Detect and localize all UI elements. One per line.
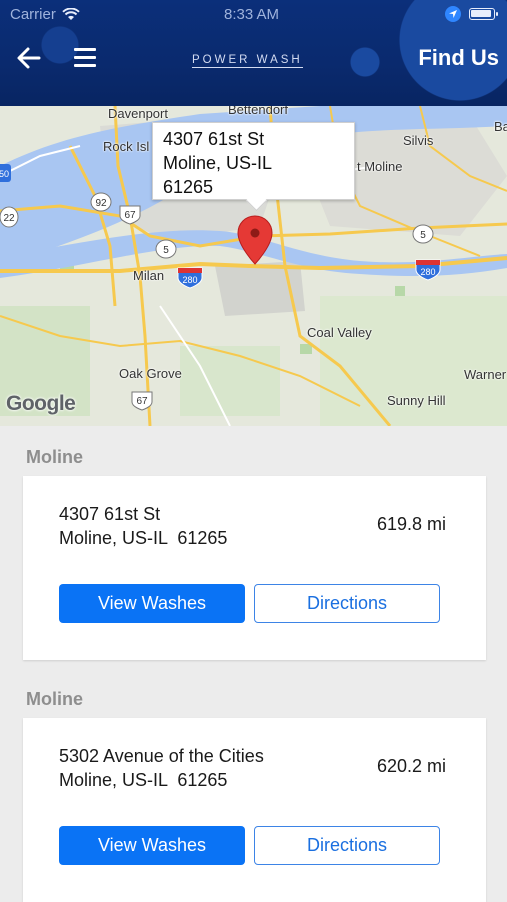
map-label: Davenport bbox=[108, 106, 168, 121]
route-shield-5: 5 bbox=[412, 224, 434, 244]
map-label: Ba bbox=[494, 119, 507, 134]
interstate-shield-280: 280 bbox=[177, 267, 203, 289]
svg-text:280: 280 bbox=[182, 275, 197, 285]
view-washes-button[interactable]: View Washes bbox=[59, 584, 245, 623]
interstate-shield-280: 280 bbox=[415, 259, 441, 281]
location-distance: 620.2 mi bbox=[376, 756, 446, 776]
location-card: 5302 Avenue of the Cities Moline, US-IL … bbox=[23, 718, 486, 902]
brand-logo: POWER WASH bbox=[192, 54, 303, 68]
svg-text:67: 67 bbox=[124, 210, 136, 221]
route-shield-67: 67 bbox=[119, 205, 141, 225]
location-address: 4307 61st St Moline, US-IL 61265 bbox=[59, 504, 228, 548]
page-title: Find Us bbox=[418, 45, 499, 70]
map-label: Oak Grove bbox=[119, 366, 182, 381]
menu-button[interactable] bbox=[74, 48, 96, 68]
arrow-left-icon bbox=[17, 47, 41, 69]
map-callout[interactable]: 4307 61st St Moline, US-IL 61265 bbox=[152, 122, 355, 200]
status-right bbox=[445, 6, 498, 22]
location-distance: 619.8 mi bbox=[376, 514, 446, 534]
route-shield-22: 22 bbox=[0, 206, 19, 228]
map-label: Rock Isl bbox=[103, 139, 150, 154]
carrier: Carrier bbox=[10, 6, 80, 23]
svg-text:67: 67 bbox=[136, 396, 148, 407]
map-label: Sunny Hill bbox=[387, 393, 446, 408]
back-button[interactable] bbox=[16, 46, 42, 70]
directions-button[interactable]: Directions bbox=[254, 584, 440, 623]
svg-text:22: 22 bbox=[3, 213, 15, 224]
battery-icon bbox=[469, 8, 498, 20]
section-header: Moline bbox=[26, 447, 83, 467]
map-label: Bettendorf bbox=[228, 106, 288, 117]
route-shield-5: 5 bbox=[155, 239, 177, 259]
location-card: 4307 61st St Moline, US-IL 61265 619.8 m… bbox=[23, 476, 486, 660]
hamburger-icon bbox=[74, 48, 96, 51]
google-logo: Google bbox=[6, 392, 76, 415]
svg-text:50: 50 bbox=[0, 169, 9, 179]
map-pin-icon bbox=[237, 215, 273, 265]
map-label: t Moline bbox=[357, 159, 403, 174]
carrier-name: Carrier bbox=[10, 6, 56, 23]
directions-button[interactable]: Directions bbox=[254, 826, 440, 865]
map-view[interactable]: 92 67 22 50 5 5 280 280 67 Davenport Bet… bbox=[0, 106, 507, 426]
svg-text:5: 5 bbox=[163, 245, 169, 256]
svg-text:280: 280 bbox=[420, 267, 435, 277]
svg-text:92: 92 bbox=[95, 198, 107, 209]
svg-text:5: 5 bbox=[420, 230, 426, 241]
route-shield-50: 50 bbox=[0, 164, 11, 182]
map-label: Warner bbox=[464, 367, 507, 382]
route-shield-67: 67 bbox=[131, 391, 153, 411]
wifi-icon bbox=[62, 8, 80, 20]
status-bar: Carrier 8:33 AM bbox=[0, 0, 507, 28]
callout-line: 4307 61st St bbox=[163, 129, 265, 149]
callout-line: Moline, US-IL bbox=[163, 153, 273, 173]
location-arrow-icon bbox=[445, 6, 461, 22]
view-washes-button[interactable]: View Washes bbox=[59, 826, 245, 865]
map-label: Silvis bbox=[403, 133, 434, 148]
section-header: Moline bbox=[26, 689, 83, 709]
location-address: 5302 Avenue of the Cities Moline, US-IL … bbox=[59, 746, 264, 790]
map-label: Coal Valley bbox=[307, 325, 372, 340]
app-header: Carrier 8:33 AM POWER WASH Find Us bbox=[0, 0, 507, 106]
map-label: Milan bbox=[133, 268, 165, 283]
route-shield-92: 92 bbox=[90, 192, 112, 212]
status-time: 8:33 AM bbox=[224, 6, 280, 23]
callout-line: 61265 bbox=[163, 177, 214, 197]
